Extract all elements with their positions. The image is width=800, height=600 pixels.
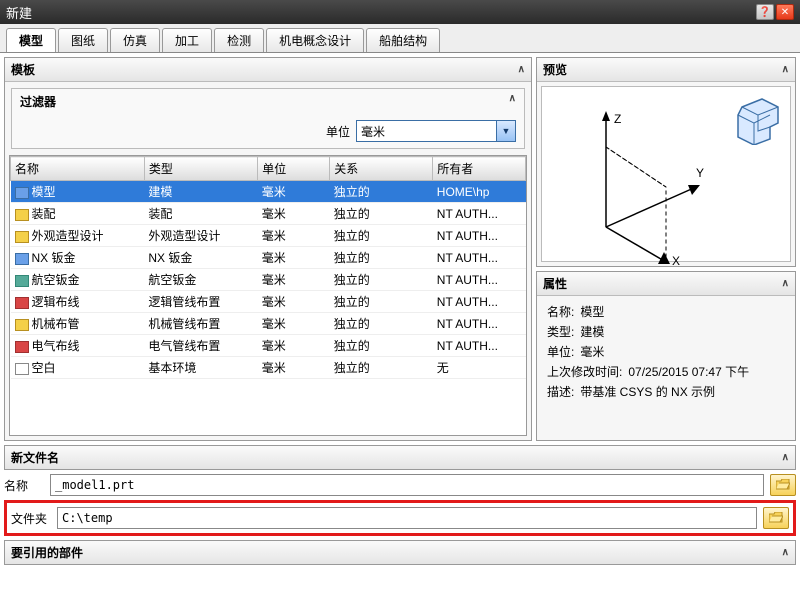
name-input[interactable] [50,474,764,496]
chevron-up-icon[interactable]: ∧ [782,547,789,558]
svg-text:Y: Y [696,166,704,180]
svg-text:Z: Z [614,112,621,126]
title-bar: 新建 ❓ ✕ [0,0,800,24]
browse-folder-button[interactable] [763,507,789,529]
filter-box: 过滤器 ∧ 单位 ▼ [11,88,525,149]
template-icon [15,253,29,265]
tab-simulation[interactable]: 仿真 [110,28,160,52]
table-row[interactable]: 机械布管机械管线布置毫米独立的NT AUTH... [11,313,526,335]
window-title: 新建 [6,3,32,22]
chevron-up-icon[interactable]: ∧ [782,278,789,289]
new-file-section: 新文件名 ∧ [4,445,796,470]
chevron-up-icon[interactable]: ∧ [782,452,789,463]
tab-ship[interactable]: 船舶结构 [366,28,440,52]
folder-row: 文件夹 [11,507,789,529]
chevron-up-icon[interactable]: ∧ [509,93,516,110]
table-row[interactable]: 航空钣金航空钣金毫米独立的NT AUTH... [11,269,526,291]
table-row[interactable]: 逻辑布线逻辑管线布置毫米独立的NT AUTH... [11,291,526,313]
preview-title: 预览 [543,61,567,78]
svg-text:X: X [672,254,680,267]
table-row[interactable]: 装配装配毫米独立的NT AUTH... [11,203,526,225]
unit-select[interactable]: ▼ [356,120,516,142]
tab-model[interactable]: 模型 [6,28,56,52]
folder-row-highlight: 文件夹 [4,500,796,536]
template-icon [15,275,29,287]
template-panel-title: 模板 [11,61,35,78]
properties-title: 属性 [543,275,567,292]
model-cube-icon [732,95,782,145]
folder-input[interactable] [57,507,757,529]
template-icon [15,363,29,375]
help-button[interactable]: ❓ [756,4,774,20]
ref-parts-title: 要引用的部件 [11,544,83,561]
col-rel[interactable]: 关系 [330,157,433,181]
template-icon [15,341,29,353]
template-icon [15,209,29,221]
preview-panel: 预览 ∧ Z Y X [536,57,796,267]
tab-drawing[interactable]: 图纸 [58,28,108,52]
col-owner[interactable]: 所有者 [433,157,526,181]
close-button[interactable]: ✕ [776,4,794,20]
template-icon [15,297,29,309]
folder-label: 文件夹 [11,510,51,527]
tab-inspection[interactable]: 检测 [214,28,264,52]
template-table: 名称 类型 单位 关系 所有者 模型建模毫米独立的HOME\hp装配装配毫米独立… [9,155,527,436]
csys-icon: Z Y X [566,107,706,267]
chevron-up-icon[interactable]: ∧ [518,64,525,75]
table-row[interactable]: 空白基本环境毫米独立的无 [11,357,526,379]
tab-machining[interactable]: 加工 [162,28,212,52]
table-row[interactable]: 模型建模毫米独立的HOME\hp [11,181,526,203]
table-row[interactable]: 电气布线电气管线布置毫米独立的NT AUTH... [11,335,526,357]
ref-parts-section: 要引用的部件 ∧ [4,540,796,565]
unit-select-input[interactable] [356,120,516,142]
filter-title: 过滤器 [20,93,56,110]
window-buttons: ❓ ✕ [756,4,794,20]
template-panel-header: 模板 ∧ [5,58,531,82]
template-icon [15,187,29,199]
tab-bar: 模型 图纸 仿真 加工 检测 机电概念设计 船舶结构 [0,24,800,53]
template-icon [15,319,29,331]
template-panel: 模板 ∧ 过滤器 ∧ 单位 ▼ [4,57,532,441]
properties-body: 名称:模型 类型:建模 单位:毫米 上次修改时间:07/25/2015 07:4… [537,296,795,408]
preview-viewport[interactable]: Z Y X [541,86,791,262]
name-label: 名称 [4,477,44,494]
chevron-up-icon[interactable]: ∧ [782,64,789,75]
col-type[interactable]: 类型 [144,157,257,181]
table-row[interactable]: 外观造型设计外观造型设计毫米独立的NT AUTH... [11,225,526,247]
dropdown-button[interactable]: ▼ [496,120,516,142]
col-name[interactable]: 名称 [11,157,145,181]
browse-name-button[interactable] [770,474,796,496]
unit-label: 单位 [326,123,350,140]
template-icon [15,231,29,243]
table-row[interactable]: NX 钣金NX 钣金毫米独立的NT AUTH... [11,247,526,269]
tab-mechatronics[interactable]: 机电概念设计 [266,28,364,52]
new-file-title: 新文件名 [11,449,59,466]
col-unit[interactable]: 单位 [258,157,330,181]
properties-panel: 属性 ∧ 名称:模型 类型:建模 单位:毫米 上次修改时间:07/25/2015… [536,271,796,441]
name-row: 名称 [4,474,796,496]
